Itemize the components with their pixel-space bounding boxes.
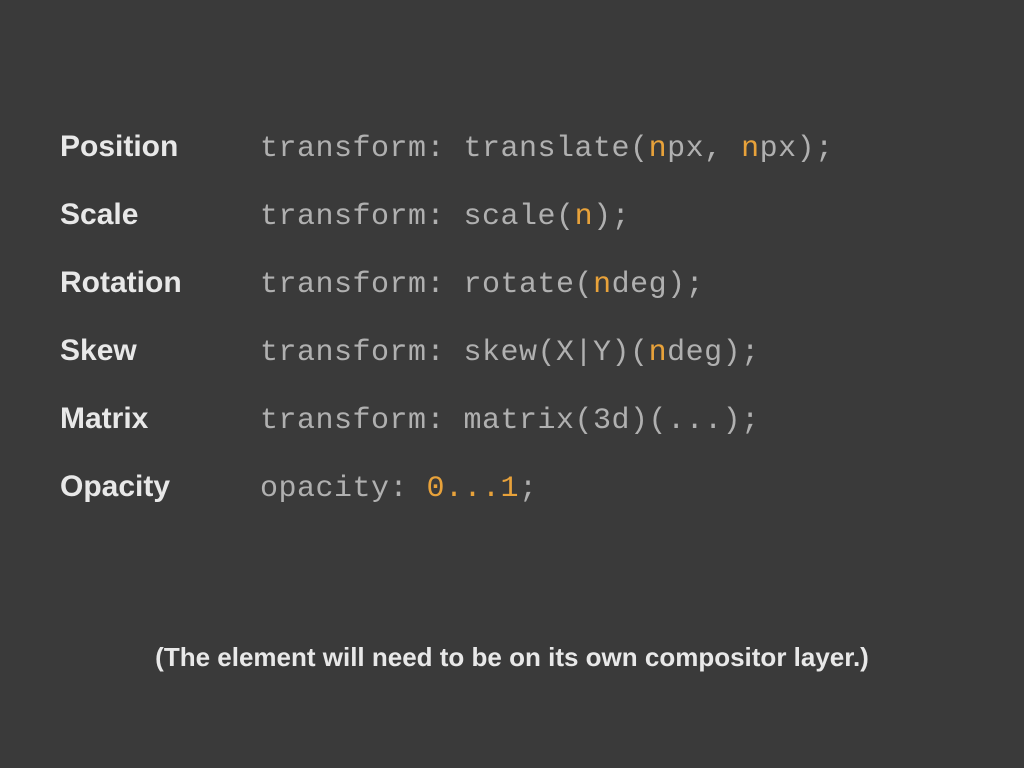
transform-row: Skewtransform: skew(X|Y)(ndeg);: [60, 334, 964, 370]
code-highlight: n: [741, 132, 760, 166]
row-label: Scale: [60, 198, 260, 232]
transform-row: Scaletransform: scale(n);: [60, 198, 964, 234]
transform-row: Opacityopacity: 0...1;: [60, 470, 964, 506]
code-highlight: n: [649, 336, 668, 370]
row-code: transform: rotate(ndeg);: [260, 268, 704, 302]
code-highlight: n: [575, 200, 594, 234]
footnote: (The element will need to be on its own …: [0, 642, 1024, 673]
code-highlight: n: [649, 132, 668, 166]
transform-row: Rotationtransform: rotate(ndeg);: [60, 266, 964, 302]
row-code: opacity: 0...1;: [260, 472, 538, 506]
transform-row: Matrixtransform: matrix(3d)(...);: [60, 402, 964, 438]
row-label: Position: [60, 130, 260, 164]
code-highlight: 0...1: [427, 472, 520, 506]
row-code: transform: skew(X|Y)(ndeg);: [260, 336, 760, 370]
code-segment: transform: translate(: [260, 132, 649, 166]
row-label: Rotation: [60, 266, 260, 300]
transform-row: Positiontransform: translate(npx, npx);: [60, 130, 964, 166]
row-label: Skew: [60, 334, 260, 368]
code-segment: ;: [519, 472, 538, 506]
code-segment: transform: scale(: [260, 200, 575, 234]
slide-content: Positiontransform: translate(npx, npx);S…: [0, 0, 1024, 506]
code-segment: opacity:: [260, 472, 427, 506]
code-segment: deg);: [667, 336, 760, 370]
code-segment: px,: [667, 132, 741, 166]
row-code: transform: matrix(3d)(...);: [260, 404, 760, 438]
code-segment: transform: matrix(3d)(...);: [260, 404, 760, 438]
code-segment: transform: rotate(: [260, 268, 593, 302]
code-segment: deg);: [612, 268, 705, 302]
row-label: Matrix: [60, 402, 260, 436]
row-label: Opacity: [60, 470, 260, 504]
code-segment: );: [593, 200, 630, 234]
row-code: transform: scale(n);: [260, 200, 630, 234]
transform-list: Positiontransform: translate(npx, npx);S…: [60, 130, 964, 506]
code-segment: transform: skew(X|Y)(: [260, 336, 649, 370]
code-highlight: n: [593, 268, 612, 302]
row-code: transform: translate(npx, npx);: [260, 132, 834, 166]
code-segment: px);: [760, 132, 834, 166]
